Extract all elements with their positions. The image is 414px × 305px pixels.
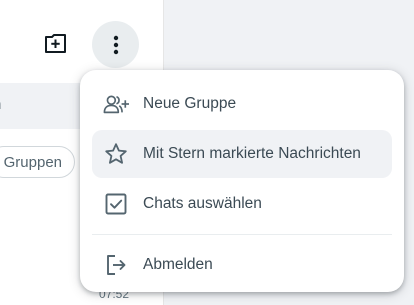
filter-chip-groups[interactable]: Gruppen [0,146,75,178]
new-chat-button[interactable] [38,26,74,62]
menu-item-label: Neue Gruppe [143,95,237,112]
menu-item-starred-messages[interactable]: Mit Stern markierte Nachrichten [92,130,392,178]
menu-item-label: Abmelden [143,256,213,273]
menu-item-label: Mit Stern markierte Nachrichten [143,145,361,162]
context-menu: Neue Gruppe Mit Stern markierte Nachrich… [80,70,404,292]
logout-icon [103,252,129,278]
menu-item-logout[interactable]: Abmelden [92,241,392,289]
search-placeholder: n [0,96,1,113]
menu-item-select-chats[interactable]: Chats auswählen [92,180,392,228]
star-icon [103,141,129,167]
menu-divider [92,234,392,235]
new-chat-icon [45,34,66,53]
menu-button[interactable] [92,21,139,68]
add-group-icon [103,91,129,117]
checkbox-icon [103,191,129,217]
more-vertical-icon [113,35,118,54]
menu-item-new-group[interactable]: Neue Gruppe [92,80,392,128]
menu-item-label: Chats auswählen [143,195,262,212]
